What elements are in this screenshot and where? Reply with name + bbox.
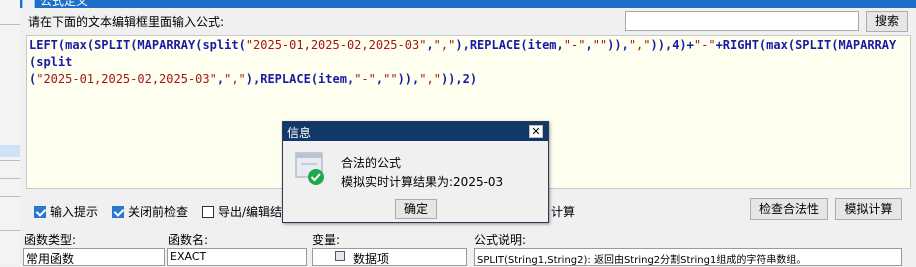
simulate-calc-button[interactable]: 模拟计算 xyxy=(835,198,902,220)
bg-selected-row xyxy=(0,145,20,157)
info-message-title: 合法的公式 xyxy=(341,156,402,170)
title-bar: 公式定义 xyxy=(20,0,916,8)
func-name-list[interactable]: EXACT xyxy=(167,248,307,266)
checkbox-checked[interactable] xyxy=(112,205,124,218)
success-icon xyxy=(295,152,324,185)
close-icon[interactable]: ✕ xyxy=(529,125,543,138)
desc-label: 公式说明: xyxy=(474,233,527,247)
formula-line-1: LEFT(max(SPLIT(MAPARRAY(split("2025-01,2… xyxy=(29,38,897,69)
desc-box: SPLIT(String1,String2): 返回由String2分割Stri… xyxy=(474,248,902,266)
func-type-label: 函数类型: xyxy=(24,233,77,247)
check-before-close-label: 关闭前检查 xyxy=(128,205,189,219)
info-dialog: 信息 ✕ 合法的公式 模拟实时计算结果为:2025-03 确定 xyxy=(282,121,549,223)
bg-divider xyxy=(0,24,20,25)
export-checkbox[interactable]: 导出/编辑结 xyxy=(202,203,282,220)
dataset-icon xyxy=(335,251,345,261)
variable-tree[interactable]: 数据项 xyxy=(312,248,467,266)
info-title-bar: 信息 ✕ xyxy=(283,122,548,141)
input-hint-label: 输入提示 xyxy=(50,205,99,219)
func-type-list[interactable]: 常用函数 xyxy=(23,248,165,266)
variable-item[interactable]: 数据项 xyxy=(353,250,389,267)
export-label: 导出/编辑结 xyxy=(218,205,283,219)
formula-line-2: ("2025-01,2025-02,2025-03",","),REPLACE(… xyxy=(29,72,478,86)
func-name-label: 函数名: xyxy=(168,233,209,247)
func-type-item[interactable]: 常用函数 xyxy=(26,250,74,267)
ok-button[interactable]: 确定 xyxy=(395,199,437,219)
info-message-result: 模拟实时计算结果为:2025-03 xyxy=(341,175,504,189)
window-title: 公式定义 xyxy=(40,0,89,8)
input-hint-checkbox[interactable]: 输入提示 xyxy=(34,203,98,220)
func-name-item[interactable]: EXACT xyxy=(170,250,206,263)
variable-label: 变量: xyxy=(312,233,341,247)
bg-divider xyxy=(0,230,20,231)
search-input[interactable] xyxy=(625,11,859,31)
app-icon xyxy=(22,0,35,8)
bg-divider xyxy=(0,178,20,179)
partial-calc-label-wrap: 计算 xyxy=(551,203,575,220)
bg-divider xyxy=(0,196,20,197)
checkbox-checked[interactable] xyxy=(34,205,46,218)
check-validity-button[interactable]: 检查合法性 xyxy=(750,198,828,220)
formula-text[interactable]: LEFT(max(SPLIT(MAPARRAY(split("2025-01,2… xyxy=(29,37,909,88)
check-before-close-checkbox[interactable]: 关闭前检查 xyxy=(112,203,188,220)
bg-divider xyxy=(0,160,20,161)
background-app-strip xyxy=(0,0,21,264)
info-title: 信息 xyxy=(287,126,312,140)
checkbox-unchecked[interactable] xyxy=(202,205,214,218)
partial-calc-label: 计算 xyxy=(551,205,576,219)
prompt-label: 请在下面的文本编辑框里面输入公式: xyxy=(28,15,225,29)
search-button[interactable]: 搜索 xyxy=(866,11,908,32)
